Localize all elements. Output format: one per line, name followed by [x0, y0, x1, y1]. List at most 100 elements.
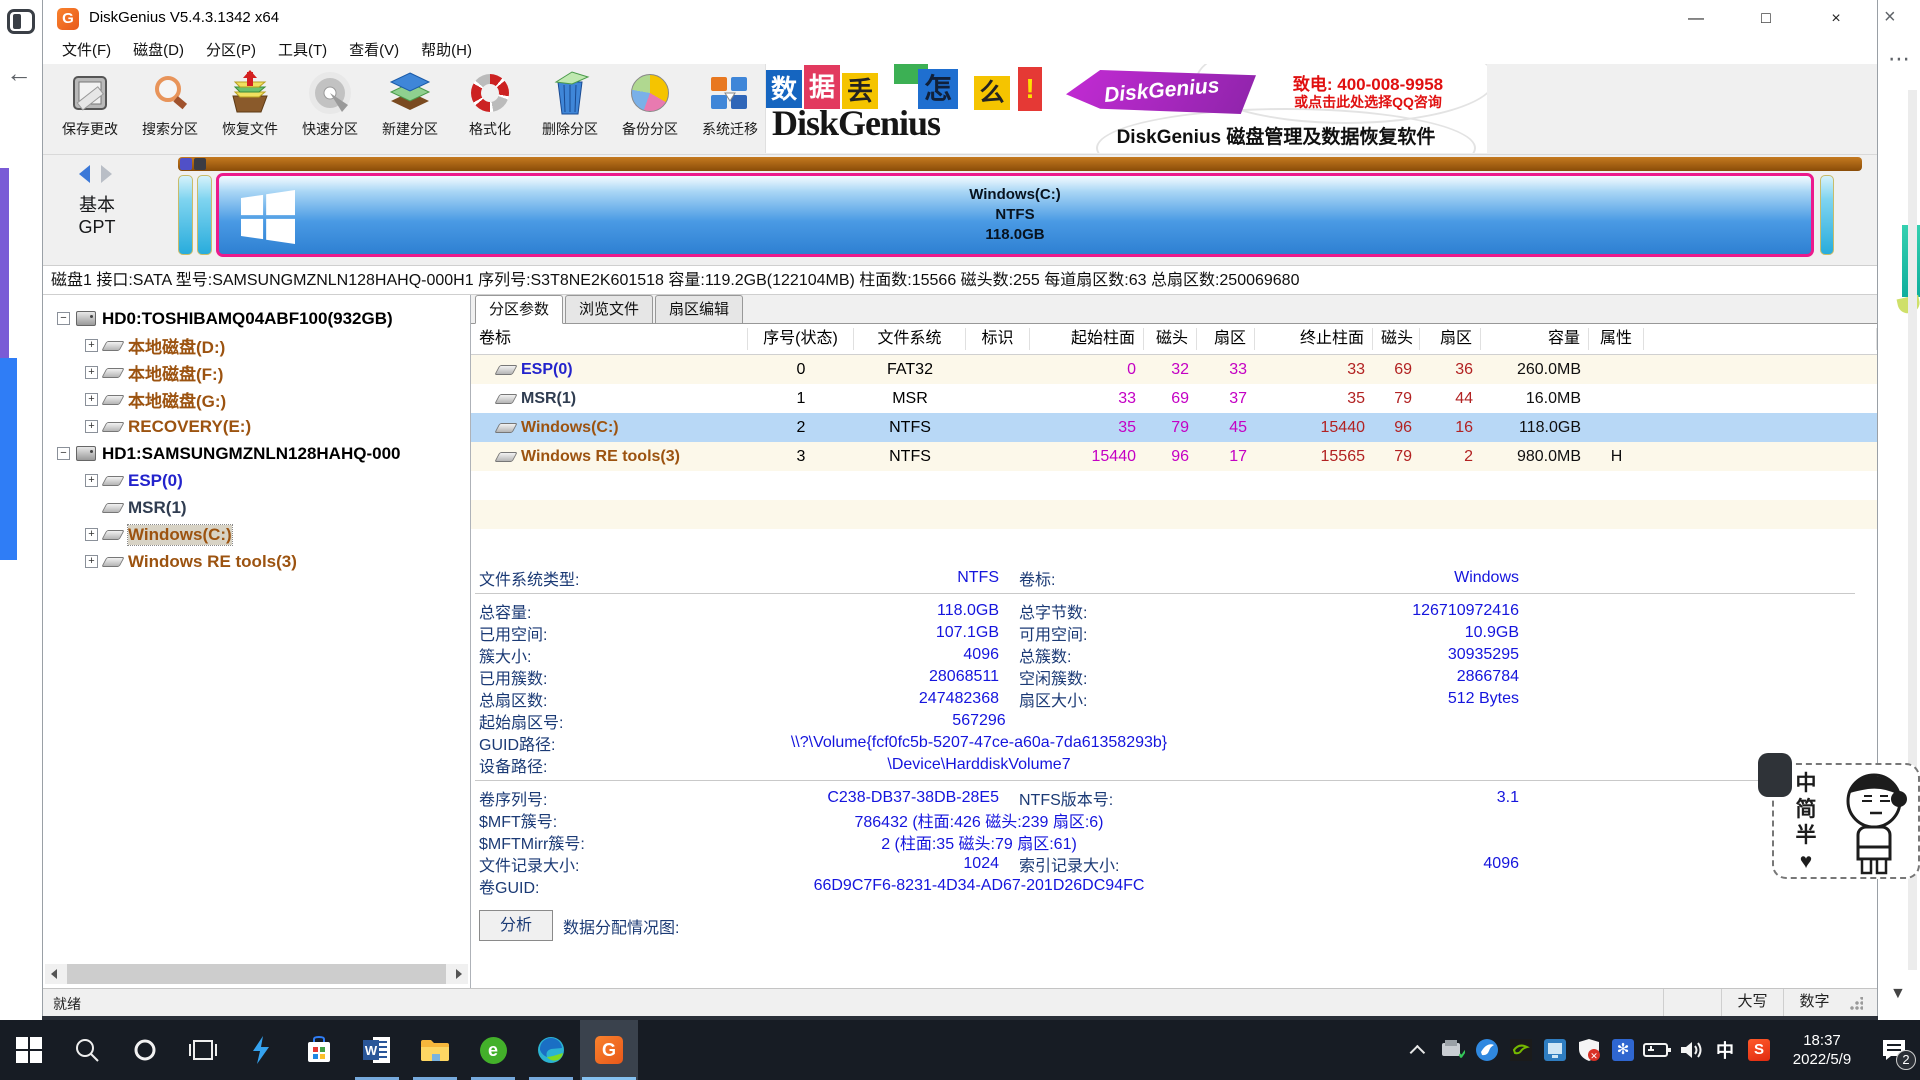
task-view-button[interactable] [174, 1020, 232, 1080]
collapse-icon[interactable]: − [57, 447, 70, 460]
format-button[interactable]: 格式化 [451, 67, 529, 152]
col-attr[interactable]: 属性 [1589, 328, 1644, 350]
maximize-button[interactable]: □ [1743, 0, 1789, 38]
back-arrow-icon[interactable]: ← [6, 58, 32, 89]
scroll-right-button[interactable] [448, 964, 468, 984]
tray-sogou[interactable]: S [1742, 1020, 1776, 1080]
col-volume[interactable]: 卷标 [471, 328, 748, 350]
collapse-icon[interactable]: − [57, 312, 70, 325]
analyze-button[interactable]: 分析 [479, 910, 553, 941]
tree-item-hd0[interactable]: − HD0:TOSHIBAMQ04ABF100(932GB) [43, 305, 470, 332]
backup-partition-button[interactable]: 备份分区 [611, 67, 689, 152]
tray-intel-graphics[interactable] [1538, 1020, 1572, 1080]
expand-icon[interactable]: + [85, 528, 98, 541]
tray-battery[interactable] [1640, 1020, 1674, 1080]
banner-qq-link[interactable]: 或点击此处选择QQ咨询 [1253, 92, 1483, 112]
caret-down-icon[interactable]: ▼ [1890, 985, 1906, 1003]
windows-partition-bar[interactable]: Windows(C:) NTFS 118.0GB [216, 173, 1814, 257]
save-changes-button[interactable]: 保存更改 [51, 67, 129, 152]
tray-update-ok[interactable]: ✓ [1436, 1020, 1470, 1080]
tab-browse-files[interactable]: 浏览文件 [565, 295, 653, 323]
cortana-button[interactable] [116, 1020, 174, 1080]
table-row-msr[interactable]: MSR(1) 1 MSR 33 69 37 35 79 44 16.0MB [471, 384, 1877, 413]
tree-item-local-g[interactable]: + 本地磁盘(G:) [43, 386, 470, 413]
col-capacity[interactable]: 容量 [1481, 328, 1589, 350]
menu-disk[interactable]: 磁盘(D) [122, 38, 195, 64]
system-migrate-button[interactable]: 系统迁移 [691, 67, 769, 152]
tree-item-esp[interactable]: + ESP(0) [43, 467, 470, 494]
tree-item-hd1[interactable]: − HD1:SAMSUNGMZNLN128HAHQ-000 [43, 440, 470, 467]
next-disk-arrow-icon[interactable] [101, 165, 112, 183]
col-filesystem[interactable]: 文件系统 [854, 328, 966, 350]
start-button[interactable] [0, 1020, 58, 1080]
tree-item-recovery-e[interactable]: + RECOVERY(E:) [43, 413, 470, 440]
tray-defender[interactable]: ✕ [1572, 1020, 1606, 1080]
resize-grip[interactable] [1849, 997, 1863, 1011]
scroll-left-button[interactable] [45, 964, 65, 984]
col-start-head[interactable]: 磁头 [1144, 328, 1197, 350]
tray-ime-indicator[interactable]: 中 [1708, 1020, 1742, 1080]
scrollbar-thumb[interactable] [67, 964, 446, 984]
action-center-button[interactable]: 2 [1868, 1020, 1920, 1080]
tree-item-local-d[interactable]: + 本地磁盘(D:) [43, 332, 470, 359]
tray-snowflake-app[interactable]: ✻ [1606, 1020, 1640, 1080]
minimize-button[interactable]: — [1673, 0, 1719, 38]
menu-help[interactable]: 帮助(H) [410, 38, 483, 64]
app-lightning[interactable] [232, 1020, 290, 1080]
close-button[interactable]: × [1813, 0, 1859, 38]
col-end-head[interactable]: 磁头 [1373, 328, 1420, 350]
col-tag[interactable]: 标识 [966, 328, 1030, 350]
sidebar-tab-icon[interactable] [7, 9, 35, 34]
search-partition-button[interactable]: 搜索分区 [131, 67, 209, 152]
tray-volume[interactable] [1674, 1020, 1708, 1080]
menu-file[interactable]: 文件(F) [51, 38, 122, 64]
menu-view[interactable]: 查看(V) [338, 38, 410, 64]
expand-icon[interactable]: + [85, 393, 98, 406]
col-end-sector[interactable]: 扇区 [1420, 328, 1481, 350]
expand-icon[interactable]: + [85, 420, 98, 433]
tree-item-windows-c[interactable]: + Windows(C:) [43, 521, 470, 548]
table-row-esp[interactable]: ESP(0) 0 FAT32 0 32 33 33 69 36 260.0MB [471, 355, 1877, 384]
search-button[interactable] [58, 1020, 116, 1080]
col-index[interactable]: 序号(状态) [748, 328, 854, 350]
app-360-browser[interactable]: e [464, 1020, 522, 1080]
taskbar-clock[interactable]: 18:37 2022/5/9 [1776, 1031, 1868, 1069]
app-file-explorer[interactable] [406, 1020, 464, 1080]
tab-partition-params[interactable]: 分区参数 [475, 295, 563, 324]
msr-partition-bar[interactable] [197, 175, 212, 255]
col-end-cyl[interactable]: 终止柱面 [1255, 328, 1373, 350]
tree-item-local-f[interactable]: + 本地磁盘(F:) [43, 359, 470, 386]
app-store[interactable] [290, 1020, 348, 1080]
tray-messenger[interactable] [1470, 1020, 1504, 1080]
quick-partition-button[interactable]: 快速分区 [291, 67, 369, 152]
delete-partition-button[interactable]: 删除分区 [531, 67, 609, 152]
tree-item-msr[interactable]: MSR(1) [43, 494, 470, 521]
col-start-cyl[interactable]: 起始柱面 [1030, 328, 1144, 350]
expand-icon[interactable]: + [85, 366, 98, 379]
expand-icon[interactable]: + [85, 474, 98, 487]
expand-icon[interactable]: + [85, 555, 98, 568]
tray-nvidia[interactable] [1504, 1020, 1538, 1080]
esp-partition-bar[interactable] [178, 175, 193, 255]
more-options-icon[interactable]: ⋯ [1888, 46, 1908, 72]
app-word[interactable]: W [348, 1020, 406, 1080]
tray-expand-chevron[interactable] [1402, 1020, 1436, 1080]
app-edge[interactable] [522, 1020, 580, 1080]
table-row-windows-selected[interactable]: Windows(C:) 2 NTFS 35 79 45 15440 96 16 … [471, 413, 1877, 442]
re-tools-partition-bar[interactable] [1820, 175, 1834, 255]
banner-ad[interactable]: 数 据 丢 怎 么 ! DiskGenius DiskGenius 致电: 40… [765, 64, 1487, 153]
recover-files-button[interactable]: 恢复文件 [211, 67, 289, 152]
table-row-windows-re[interactable]: Windows RE tools(3) 3 NTFS 15440 96 17 1… [471, 442, 1877, 471]
menu-tools[interactable]: 工具(T) [267, 38, 338, 64]
menu-partition[interactable]: 分区(P) [195, 38, 267, 64]
tree-item-windows-re[interactable]: + Windows RE tools(3) [43, 548, 470, 575]
app-diskgenius-active[interactable]: G [580, 1020, 638, 1080]
background-close-icon[interactable]: × [1884, 6, 1896, 29]
col-start-sector[interactable]: 扇区 [1197, 328, 1255, 350]
expand-icon[interactable]: + [85, 339, 98, 352]
tab-sector-edit[interactable]: 扇区编辑 [655, 295, 743, 323]
disk-strip[interactable] [178, 157, 1862, 171]
prev-disk-arrow-icon[interactable] [79, 165, 90, 183]
new-partition-button[interactable]: 新建分区 [371, 67, 449, 152]
tree-horizontal-scrollbar[interactable] [45, 964, 468, 984]
